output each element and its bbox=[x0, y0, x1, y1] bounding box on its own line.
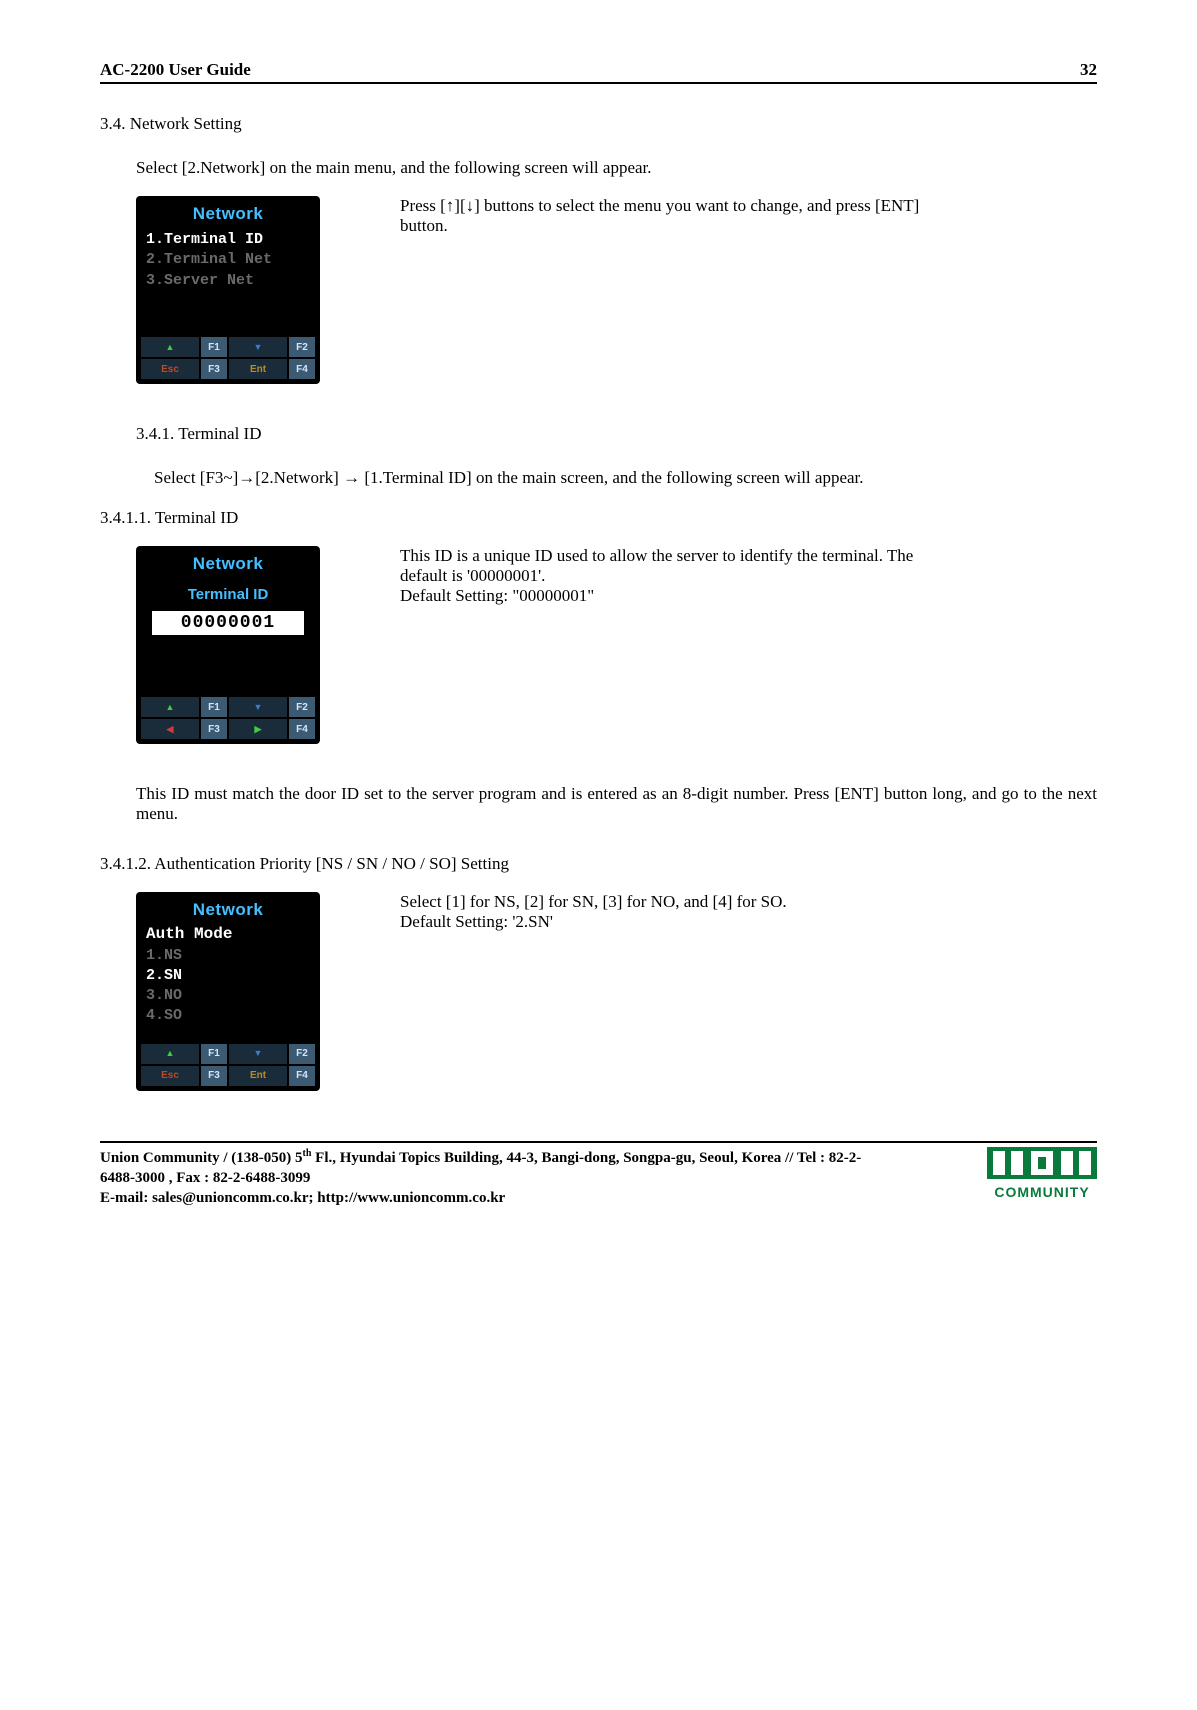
left-icon[interactable] bbox=[140, 718, 200, 740]
esc-button[interactable]: Esc bbox=[140, 358, 200, 380]
screen-subtitle: Terminal ID bbox=[146, 586, 310, 603]
up-icon[interactable] bbox=[140, 1043, 200, 1065]
screen-subtitle: Auth Mode bbox=[146, 924, 310, 946]
desc-3-4-1-1-b: Default Setting: "00000001" bbox=[400, 586, 960, 606]
menu-item-ns[interactable]: 1.NS bbox=[146, 946, 310, 966]
terminal-id-input[interactable]: 00000001 bbox=[152, 611, 304, 635]
auth-mode-screen: Network Auth Mode 1.NS 2.SN 3.NO 4.SO F1… bbox=[136, 892, 320, 1091]
page-header: AC-2200 User Guide 32 bbox=[100, 60, 1097, 84]
f4-label: F4 bbox=[288, 718, 316, 740]
after-3-4-1-1: This ID must match the door ID set to th… bbox=[136, 784, 1097, 824]
desc-3-4-1-2-b: Default Setting: '2.SN' bbox=[400, 912, 787, 932]
down-icon[interactable] bbox=[228, 336, 288, 358]
union-logo-icon bbox=[987, 1147, 1097, 1179]
intro-3-4: Select [2.Network] on the main menu, and… bbox=[136, 158, 1097, 178]
screen-title: Network bbox=[140, 896, 316, 922]
menu-item-so[interactable]: 4.SO bbox=[146, 1006, 310, 1026]
screen-title: Network bbox=[140, 200, 316, 226]
menu-item-terminal-id[interactable]: 1.Terminal ID bbox=[146, 230, 310, 250]
screen-title: Network bbox=[140, 550, 316, 576]
f3-label: F3 bbox=[200, 718, 228, 740]
desc-3-4-1-2-a: Select [1] for NS, [2] for SN, [3] for N… bbox=[400, 892, 787, 912]
doc-title: AC-2200 User Guide bbox=[100, 60, 251, 80]
f3-label: F3 bbox=[200, 1065, 228, 1087]
union-logo-text: COMMUNITY bbox=[987, 1184, 1097, 1200]
f1-label: F1 bbox=[200, 336, 228, 358]
f1-label: F1 bbox=[200, 1043, 228, 1065]
ent-button[interactable]: Ent bbox=[228, 358, 288, 380]
menu-item-sn[interactable]: 2.SN bbox=[146, 966, 310, 986]
menu-item-terminal-net[interactable]: 2.Terminal Net bbox=[146, 250, 310, 270]
f4-label: F4 bbox=[288, 1065, 316, 1087]
up-icon[interactable] bbox=[140, 696, 200, 718]
f3-label: F3 bbox=[200, 358, 228, 380]
right-icon[interactable] bbox=[228, 718, 288, 740]
up-icon[interactable] bbox=[140, 336, 200, 358]
f1-label: F1 bbox=[200, 696, 228, 718]
esc-button[interactable]: Esc bbox=[140, 1065, 200, 1087]
desc-3-4-1-1-a: This ID is a unique ID used to allow the… bbox=[400, 546, 960, 586]
down-icon[interactable] bbox=[228, 696, 288, 718]
page-footer: Union Community / (138-050) 5th Fl., Hyu… bbox=[100, 1141, 1097, 1209]
network-menu-screen: Network 1.Terminal ID 2.Terminal Net 3.S… bbox=[136, 196, 320, 384]
intro-3-4-1: Select [F3~]→[2.Network] → [1.Terminal I… bbox=[154, 468, 1097, 488]
menu-item-server-net[interactable]: 3.Server Net bbox=[146, 271, 310, 291]
f2-label: F2 bbox=[288, 1043, 316, 1065]
heading-3-4: 3.4. Network Setting bbox=[100, 114, 1097, 134]
heading-3-4-1-1: 3.4.1.1. Terminal ID bbox=[100, 508, 1097, 528]
union-logo: COMMUNITY bbox=[987, 1147, 1097, 1200]
page-number: 32 bbox=[1080, 60, 1097, 80]
f2-label: F2 bbox=[288, 336, 316, 358]
footer-line-1a: Union Community / (138-050) 5 bbox=[100, 1150, 303, 1166]
menu-item-no[interactable]: 3.NO bbox=[146, 986, 310, 1006]
down-icon[interactable] bbox=[228, 1043, 288, 1065]
heading-3-4-1-2: 3.4.1.2. Authentication Priority [NS / S… bbox=[100, 854, 1097, 874]
desc-3-4: Press [↑][↓] buttons to select the menu … bbox=[400, 196, 960, 236]
ent-button[interactable]: Ent bbox=[228, 1065, 288, 1087]
terminal-id-screen: Network Terminal ID 00000001 F1 F2 F3 F4 bbox=[136, 546, 320, 744]
footer-line-2: E-mail: sales@unioncomm.co.kr; http://ww… bbox=[100, 1190, 505, 1206]
f2-label: F2 bbox=[288, 696, 316, 718]
f4-label: F4 bbox=[288, 358, 316, 380]
heading-3-4-1: 3.4.1. Terminal ID bbox=[136, 424, 1097, 444]
